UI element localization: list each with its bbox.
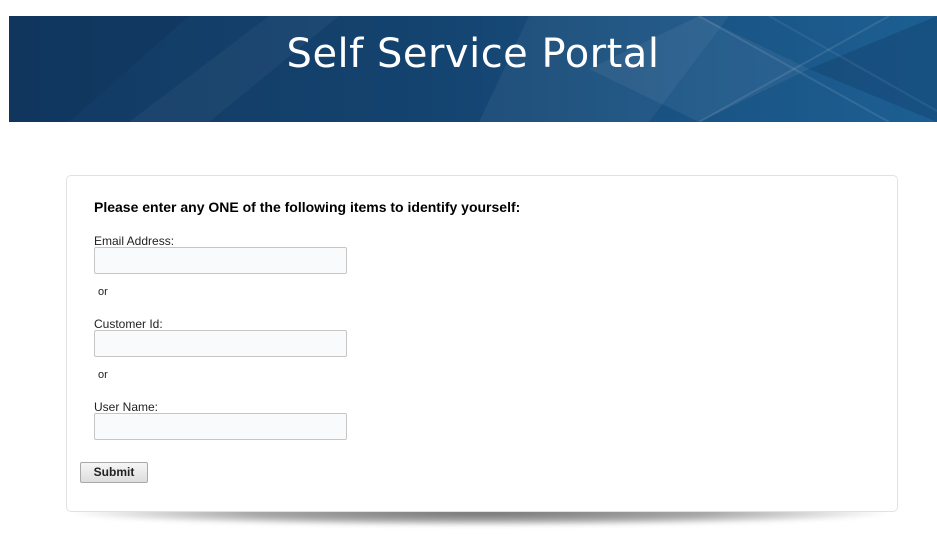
header-banner: Self Service Portal	[9, 16, 937, 122]
user-name-field[interactable]	[94, 413, 347, 440]
or-separator: or	[98, 286, 108, 298]
submit-button[interactable]: Submit	[80, 462, 148, 483]
page-title: Self Service Portal	[286, 31, 660, 77]
identify-form-card: Please enter any ONE of the following it…	[66, 175, 898, 512]
or-separator: or	[98, 369, 108, 381]
user-name-label: User Name:	[94, 400, 159, 414]
email-label: Email Address:	[94, 234, 175, 248]
customer-id-label: Customer Id:	[94, 317, 163, 331]
customer-id-field[interactable]	[94, 330, 347, 357]
email-field[interactable]	[94, 247, 347, 274]
form-instructions: Please enter any ONE of the following it…	[94, 199, 521, 215]
